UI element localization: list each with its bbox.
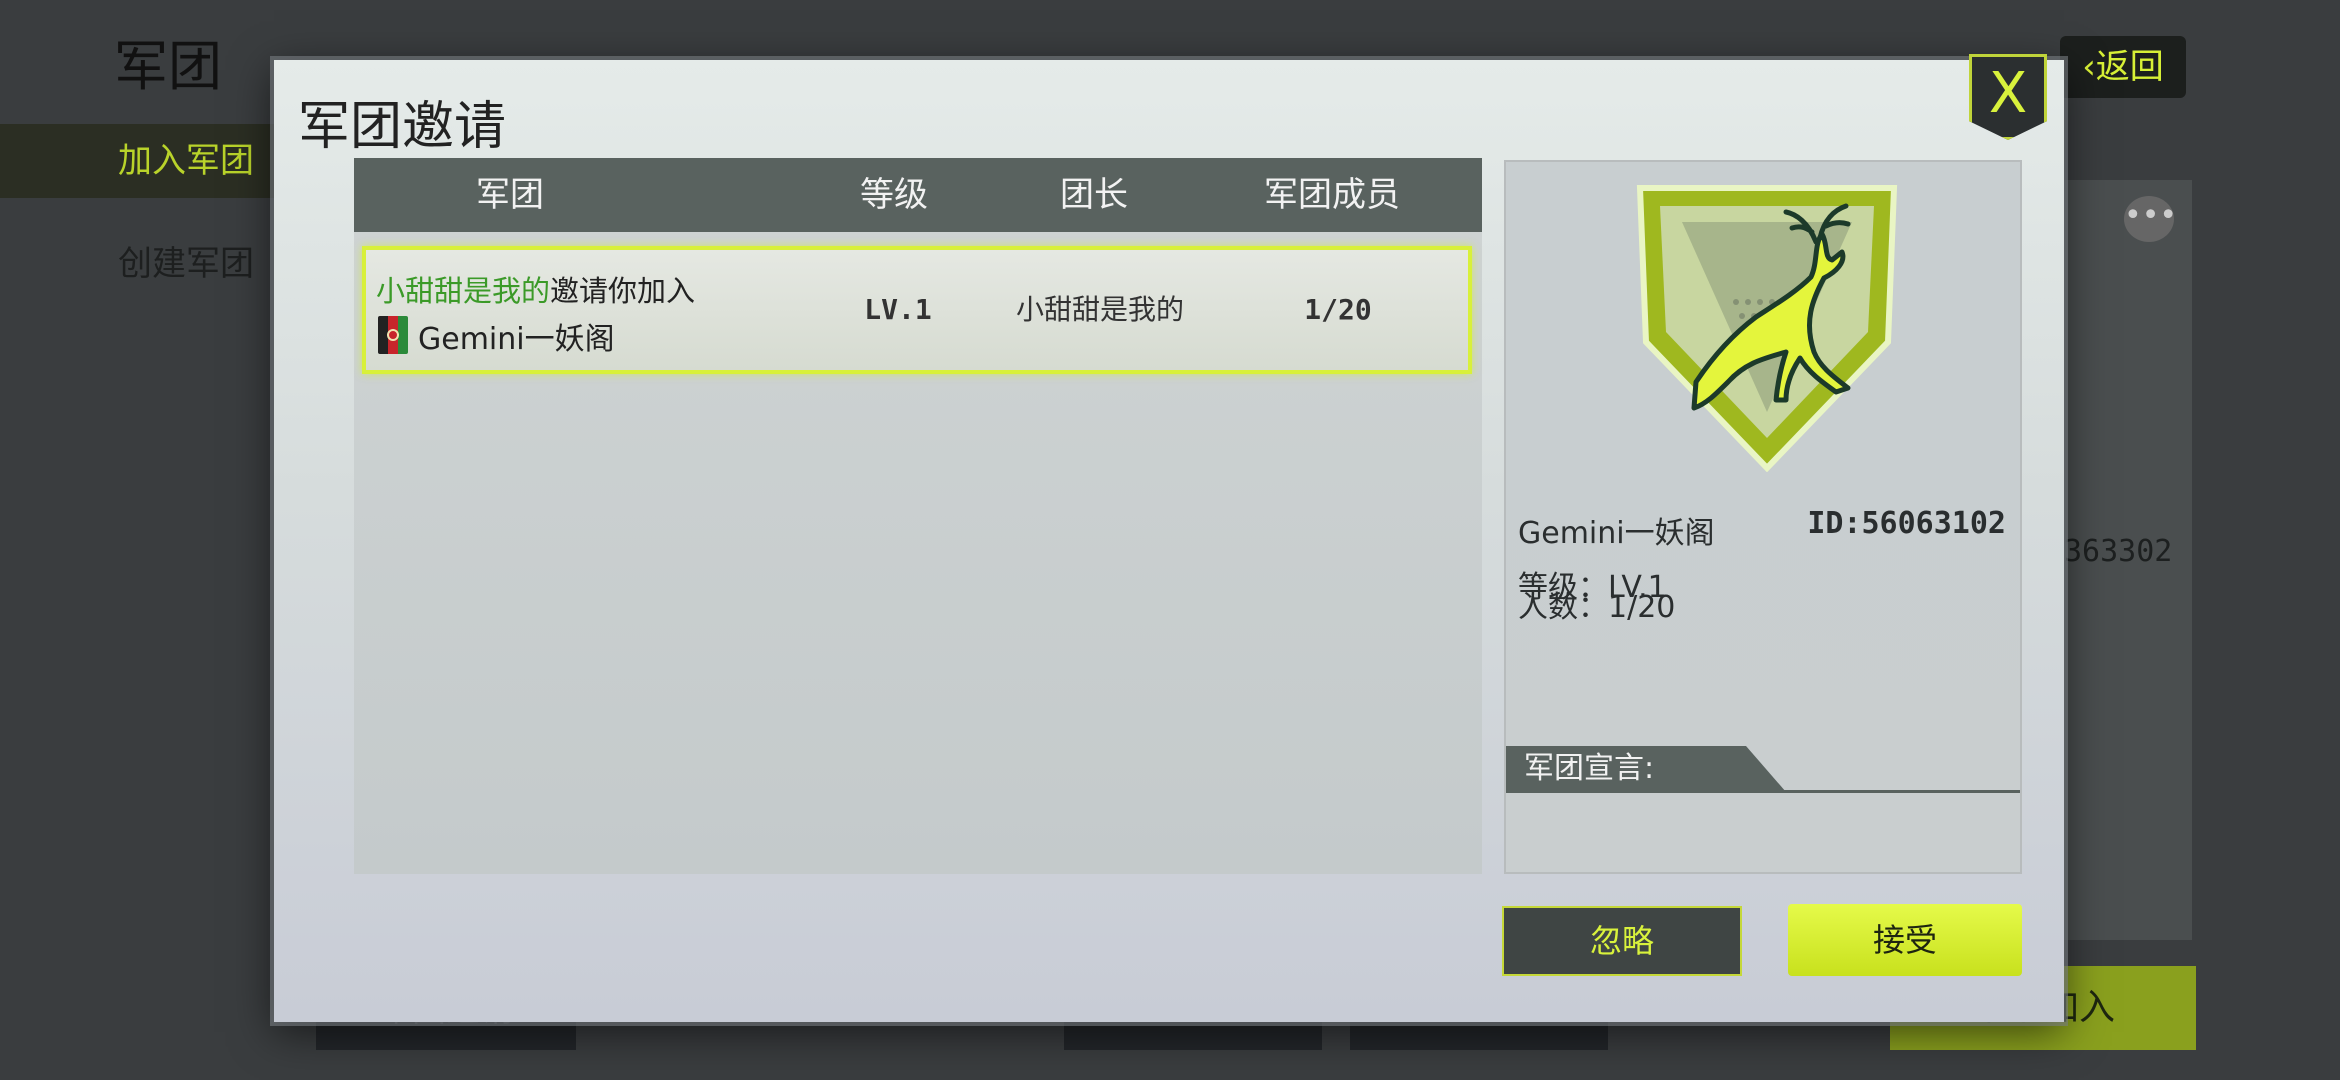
declaration-divider [1506, 790, 2020, 793]
accept-button[interactable]: 接受 [1788, 904, 2022, 976]
nav-join-legion[interactable]: 加入军团 [0, 124, 300, 198]
row-leader: 小甜甜是我的 [1015, 293, 1184, 326]
legion-id: ID:56063102 [1807, 506, 2006, 541]
row-level: LV.1 [864, 293, 932, 326]
legion-detail-panel: Gemini一妖阁 ID:56063102 等级：LV.1 人数：1/20 军团… [1504, 160, 2022, 874]
flag-icon [378, 316, 408, 354]
close-icon[interactable]: X [1969, 54, 2047, 140]
back-arrow-icon: ‹ [2082, 47, 2096, 87]
background-id-text: 363302 [2064, 534, 2173, 569]
row-invite-line: 小甜甜是我的邀请你加入 [376, 268, 695, 310]
more-icon[interactable]: ••• [2124, 196, 2177, 242]
invite-list-panel: 军团 等级 团长 军团成员 小甜甜是我的邀请你加入 Gemini一妖阁 LV.1… [354, 158, 1482, 874]
legion-invite-dialog: 军团邀请 X 军团 等级 团长 军团成员 小甜甜是我的邀请你加入 Gemini一… [274, 54, 2064, 1022]
back-button[interactable]: ‹返回 [2060, 36, 2186, 98]
invite-text: 邀请你加入 [550, 274, 696, 308]
inviter-name: 小甜甜是我的 [376, 274, 551, 308]
header-members: 军团成员 [1264, 175, 1400, 215]
header-legion: 军团 [476, 175, 544, 215]
ignore-button[interactable]: 忽略 [1502, 906, 1742, 976]
page-title: 军团 [114, 35, 222, 98]
row-legion-name: Gemini一妖阁 [418, 322, 615, 357]
deer-emblem-icon [1636, 185, 1898, 472]
legion-name: Gemini一妖阁 [1518, 516, 1715, 551]
header-level: 等级 [860, 175, 928, 215]
declaration-label: 军团宣言: [1506, 746, 1786, 792]
table-row[interactable]: 小甜甜是我的邀请你加入 Gemini一妖阁 LV.1 小甜甜是我的 1/20 [362, 246, 1472, 374]
legion-member-count: 人数：1/20 [1518, 590, 1676, 625]
row-members: 1/20 [1304, 293, 1372, 326]
list-header: 军团 等级 团长 军团成员 [354, 158, 1482, 232]
header-leader: 团长 [1060, 175, 1128, 215]
back-label: 返回 [2095, 47, 2164, 87]
dialog-title: 军团邀请 [298, 97, 507, 157]
nav-create-legion[interactable]: 创建军团 [118, 236, 254, 285]
